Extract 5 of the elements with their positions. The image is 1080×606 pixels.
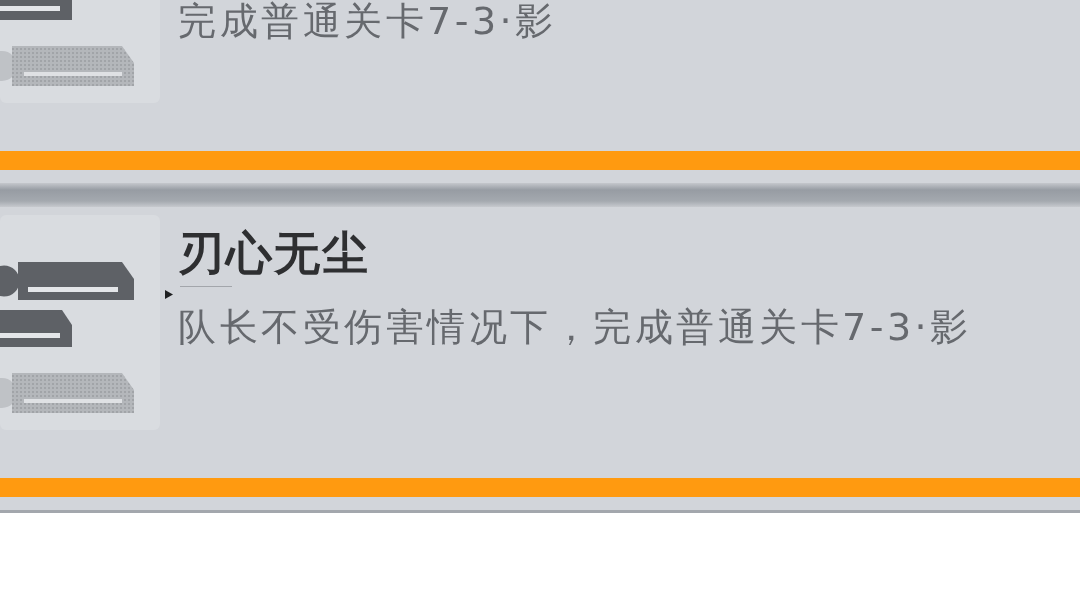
bars-emblem-icon [0, 215, 160, 430]
achievement-title: 刃心无尘 [177, 228, 370, 279]
achievement-description: 完成普通关卡7-3·影 [177, 0, 557, 42]
triangle-marker-icon [165, 290, 173, 299]
achievement-description: 队长不受伤害情况下，完成普通关卡7-3·影 [177, 306, 972, 348]
